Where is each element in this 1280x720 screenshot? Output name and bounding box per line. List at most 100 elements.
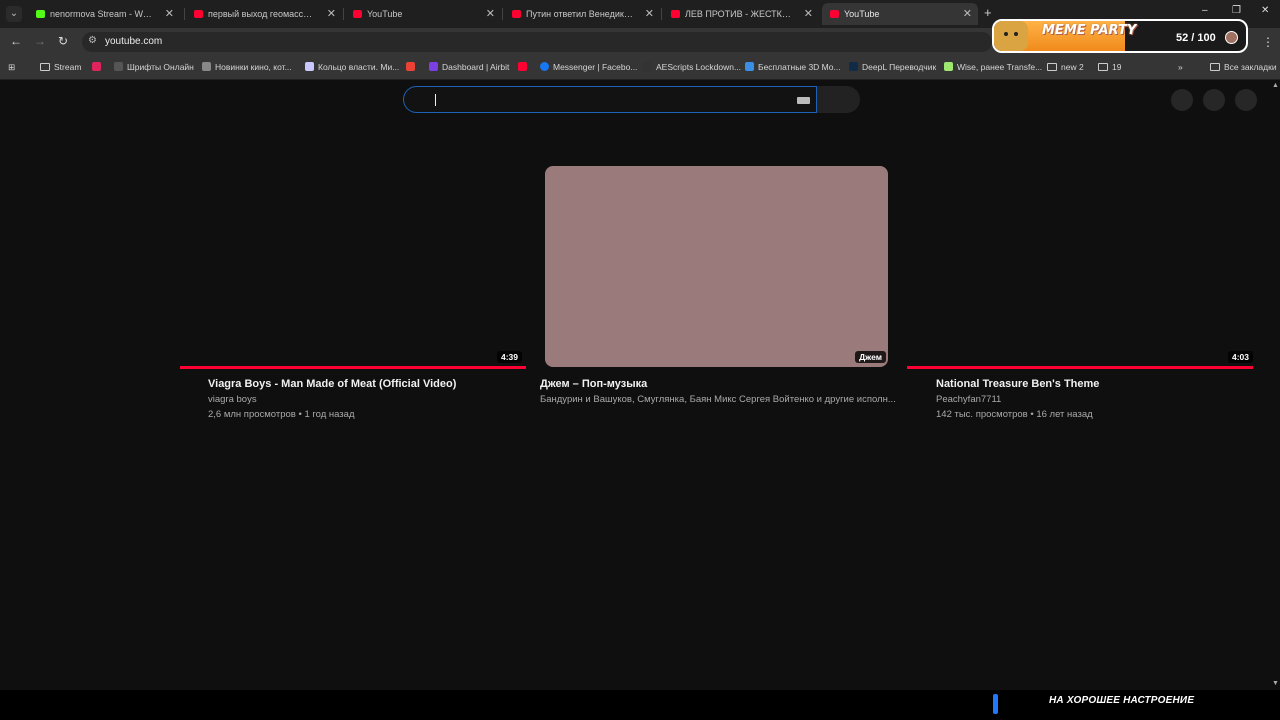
- bookmark-item[interactable]: [518, 61, 531, 73]
- tab-divider: [502, 8, 503, 20]
- bookmark-item[interactable]: new 2: [1047, 61, 1084, 73]
- font-icon: [114, 62, 123, 71]
- aescripts-icon: [643, 62, 652, 71]
- gmail-icon: [406, 62, 415, 71]
- scroll-up-icon[interactable]: ▲: [1272, 82, 1279, 89]
- doge-icon: [994, 21, 1028, 51]
- bookmark-item[interactable]: Бесплатные 3D Mo...: [745, 61, 841, 73]
- folder-icon: [1098, 63, 1108, 71]
- reload-icon[interactable]: ↻: [58, 34, 68, 48]
- forward-icon[interactable]: →: [34, 34, 46, 48]
- youtube-icon: [830, 10, 839, 18]
- bookmark-label: new 2: [1061, 62, 1084, 72]
- site-info-icon[interactable]: ⚙: [88, 35, 97, 46]
- banner-accent: [993, 694, 998, 714]
- url-text: youtube.com: [105, 36, 163, 47]
- duration-badge: 4:03: [1227, 351, 1253, 363]
- apps-icon[interactable]: ⊞: [8, 61, 15, 73]
- video-title[interactable]: Viagra Boys - Man Made of Meat (Official…: [208, 378, 456, 390]
- create-icon[interactable]: [1171, 89, 1193, 111]
- video-stats: 2,6 млн просмотров • 1 год назад: [208, 409, 355, 420]
- new-tab-button[interactable]: +: [984, 6, 992, 20]
- video-stats: 142 тыс. просмотров • 16 лет назад: [936, 409, 1093, 420]
- folder-icon: [1210, 63, 1220, 71]
- close-icon[interactable]: ✕: [327, 3, 336, 25]
- youtube-icon: [194, 10, 203, 18]
- bookmark-item[interactable]: Кольцо власти. Ми...: [305, 61, 399, 73]
- tab-search-button[interactable]: ⌄: [6, 6, 22, 22]
- bookmark-item[interactable]: DeepL Переводчик: [849, 61, 936, 73]
- keyboard-icon[interactable]: [797, 97, 810, 104]
- kick-icon: [36, 10, 45, 18]
- bookmark-item[interactable]: Новинки кино, кот...: [202, 61, 292, 73]
- tab[interactable]: nenormova Stream - Watch Live ✕: [28, 3, 180, 25]
- tab-title: nenormova Stream - Watch Live: [50, 9, 154, 19]
- tab[interactable]: Путин ответил Венедиктову - YouTube ✕: [504, 3, 660, 25]
- close-icon[interactable]: ✕: [486, 3, 495, 25]
- channel-name[interactable]: viagra boys: [208, 394, 257, 405]
- close-window-icon[interactable]: ✕: [1261, 5, 1269, 16]
- bookmark-label: Новинки кино, кот...: [215, 62, 292, 72]
- all-bookmarks-button[interactable]: Все закладки: [1210, 61, 1277, 73]
- video-thumbnail[interactable]: [180, 166, 526, 368]
- close-icon[interactable]: ✕: [963, 3, 972, 25]
- tab-title: первый выход геомассыча - YouTube: [208, 9, 316, 19]
- 3d-icon: [745, 62, 754, 71]
- mix-artists[interactable]: Бандурин и Вашуков, Смуглянка, Баян Микс…: [540, 394, 896, 405]
- tab-divider: [661, 8, 662, 20]
- bookmark-label: Dashboard | Airbit: [442, 62, 510, 72]
- menu-icon[interactable]: ⋮: [1262, 35, 1274, 49]
- close-icon[interactable]: ✕: [645, 3, 654, 25]
- back-icon[interactable]: ←: [10, 34, 22, 48]
- film-icon: [202, 62, 211, 71]
- facebook-icon: [540, 62, 549, 71]
- bookmark-item[interactable]: Wise, ранее Transfe...: [944, 61, 1042, 73]
- bookmark-item[interactable]: [92, 61, 105, 73]
- scroll-down-icon[interactable]: ▼: [1272, 680, 1279, 687]
- bookmark-item[interactable]: Шрифты Онлайн: [114, 61, 194, 73]
- avatar[interactable]: [1235, 89, 1257, 111]
- duration-badge: 4:39: [496, 351, 522, 363]
- bookmarks-bar: ⊞ Stream Шрифты Онлайн Новинки кино, кот…: [0, 55, 1280, 80]
- video-title[interactable]: National Treasure Ben's Theme: [936, 378, 1099, 390]
- tab-divider: [343, 8, 344, 20]
- app-icon: [92, 62, 101, 71]
- airbit-icon: [429, 62, 438, 71]
- minimize-icon[interactable]: –: [1202, 5, 1208, 16]
- address-bar[interactable]: ⚙ youtube.com: [82, 32, 992, 52]
- close-icon[interactable]: ✕: [804, 3, 813, 25]
- video-thumbnail[interactable]: [545, 166, 888, 367]
- watch-progress-bar: [180, 366, 526, 369]
- video-title[interactable]: Джем – Поп-музыка: [540, 378, 647, 390]
- text-cursor: [435, 94, 436, 106]
- tab-active[interactable]: YouTube ✕: [822, 3, 978, 25]
- restore-icon[interactable]: ❐: [1232, 5, 1241, 16]
- video-thumbnail[interactable]: [907, 166, 1253, 368]
- close-icon[interactable]: ✕: [165, 3, 174, 25]
- tab[interactable]: ЛЕВ ПРОТИВ - ЖЕСТКИЙ ТРЭШ ✕: [663, 3, 819, 25]
- bookmarks-overflow-button[interactable]: »: [1178, 61, 1183, 73]
- folder-icon: [1047, 63, 1057, 71]
- bookmark-item[interactable]: Dashboard | Airbit: [429, 61, 509, 73]
- search-input[interactable]: [403, 86, 817, 113]
- channel-name[interactable]: Peachyfan7711: [936, 394, 1001, 405]
- bookmark-label: 19: [1112, 62, 1122, 72]
- notifications-icon[interactable]: [1203, 89, 1225, 111]
- tab-title: ЛЕВ ПРОТИВ - ЖЕСТКИЙ ТРЭШ: [685, 9, 793, 19]
- bookmark-label: Все закладки: [1224, 62, 1277, 72]
- bookmark-item[interactable]: 19: [1098, 61, 1121, 73]
- tab[interactable]: первый выход геомассыча - YouTube ✕: [186, 3, 342, 25]
- tab-divider: [184, 8, 185, 20]
- bookmark-item[interactable]: AEScripts Lockdown...: [643, 61, 741, 73]
- meme-party-widget: MEME PARTY 52 / 100: [992, 19, 1248, 53]
- search-button[interactable]: [817, 86, 860, 113]
- bookmark-label: Шрифты Онлайн: [127, 62, 194, 72]
- youtube-icon: [512, 10, 521, 18]
- watch-progress-bar: [907, 366, 1253, 369]
- deepl-icon: [849, 62, 858, 71]
- bookmark-item[interactable]: Stream: [40, 61, 81, 73]
- bookmark-label: Wise, ранее Transfe...: [957, 62, 1043, 72]
- tab[interactable]: YouTube ✕: [345, 3, 501, 25]
- bookmark-item[interactable]: [406, 61, 419, 73]
- bookmark-item[interactable]: Messenger | Facebo...: [540, 61, 637, 73]
